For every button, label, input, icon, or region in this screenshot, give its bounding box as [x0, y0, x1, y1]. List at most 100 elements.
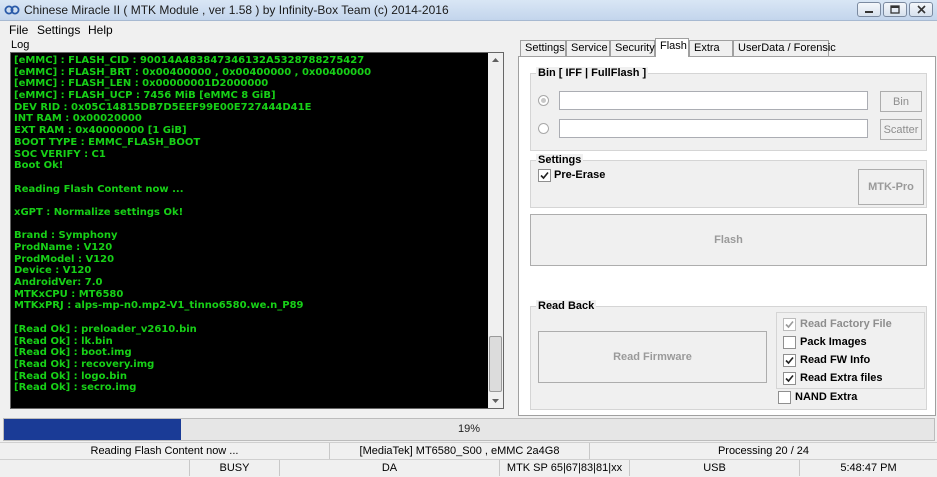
log-line: MTKxPRJ : alps-mp-n0.mp2-V1_tinno6580.we…: [14, 300, 304, 312]
progress-bar: 19%: [3, 418, 935, 441]
read-back-group-title: Read Back: [536, 300, 597, 312]
check-icon: [785, 320, 794, 329]
log-line: [eMMC] : FLASH_BRT : 0x00400000 , 0x0040…: [14, 66, 372, 78]
title-bar[interactable]: Chinese Miracle II ( MTK Module , ver 1.…: [0, 0, 937, 21]
log-line: ProdModel : V120: [14, 253, 115, 265]
status-bar-top: Reading Flash Content now ... [MediaTek]…: [0, 442, 937, 460]
scroll-down-icon[interactable]: [488, 393, 503, 408]
pack-images-label: Pack Images: [800, 336, 867, 348]
close-icon: [917, 5, 926, 14]
scatter-path-input[interactable]: [559, 119, 868, 138]
tab-service[interactable]: Service: [566, 40, 610, 56]
status-mode: DA: [280, 460, 500, 476]
read-factory-file-checkbox[interactable]: [783, 318, 796, 331]
read-firmware-button[interactable]: Read Firmware: [538, 331, 767, 383]
log-line: INT RAM : 0x00020000: [14, 113, 142, 125]
log-line: BOOT TYPE : EMMC_FLASH_BOOT: [14, 136, 201, 148]
scrollbar-thumb[interactable]: [489, 336, 502, 392]
log-line: [eMMC] : FLASH_UCP : 7456 MiB [eMMC 8 Gi…: [14, 90, 276, 102]
nand-extra-label: NAND Extra: [795, 391, 858, 403]
status-state: BUSY: [190, 460, 280, 476]
window-title: Chinese Miracle II ( MTK Module , ver 1.…: [24, 3, 449, 17]
log-line: DEV RID : 0x05C14815DB7D5EEF99E00E727444…: [14, 101, 312, 113]
tab-userdata-forensic[interactable]: UserData / Forensic: [733, 40, 836, 56]
log-line: xGPT : Normalize settings Ok!: [14, 206, 184, 218]
read-extra-files-checkbox[interactable]: [783, 372, 796, 385]
tab-flash[interactable]: Flash: [655, 38, 689, 57]
read-fw-info-checkbox[interactable]: [783, 354, 796, 367]
pre-erase-checkbox[interactable]: [538, 169, 551, 182]
log-line: Reading Flash Content now ...: [14, 183, 184, 195]
check-icon: [540, 171, 549, 180]
status-empty: [0, 460, 190, 476]
status-processing: Processing 20 / 24: [717, 445, 810, 457]
log-line: Boot Ok!: [14, 160, 64, 172]
check-icon: [785, 374, 794, 383]
log-line: [Read Ok] : secro.img: [14, 382, 137, 394]
log-line: [eMMC] : FLASH_CID : 90014A483847346132A…: [14, 55, 365, 66]
bin-group-title: Bin [ IFF | FullFlash ]: [536, 67, 649, 79]
tab-extra[interactable]: Extra: [689, 40, 733, 56]
scroll-up-icon[interactable]: [488, 53, 503, 68]
scatter-button[interactable]: Scatter: [880, 119, 922, 140]
flash-button[interactable]: Flash: [530, 214, 927, 266]
log-line: [Read Ok] : lk.bin: [14, 335, 113, 347]
tab-settings[interactable]: Settings: [520, 40, 566, 56]
app-logo-icon: [4, 5, 20, 15]
log-line: [Read Ok] : boot.img: [14, 347, 132, 359]
maximize-icon: [890, 5, 900, 14]
status-time: 5:48:47 PM: [840, 462, 897, 474]
log-line: [eMMC] : FLASH_LEN : 0x00000001D2000000: [14, 78, 269, 90]
status-sp: MTK SP 65|67|83|81|xx: [500, 460, 630, 476]
maximize-button[interactable]: [883, 2, 907, 17]
menu-file[interactable]: File: [9, 23, 28, 37]
bin-button[interactable]: Bin: [880, 91, 922, 112]
tab-security[interactable]: Security: [610, 40, 655, 56]
minimize-icon: [865, 11, 873, 13]
status-port: USB: [630, 460, 800, 476]
close-button[interactable]: [909, 2, 933, 17]
log-line: AndroidVer: 7.0: [14, 277, 103, 289]
log-line: [Read Ok] : preloader_v2610.bin: [14, 323, 197, 335]
menu-help[interactable]: Help: [88, 23, 113, 37]
read-back-group: Read Back Read Firmware Read Factory Fil…: [530, 300, 927, 410]
settings-group-title: Settings: [536, 154, 584, 166]
progress-label: 19%: [457, 423, 481, 435]
log-line: Device : V120: [14, 265, 92, 277]
menu-bar: File Settings Help: [0, 21, 937, 37]
read-factory-file-label: Read Factory File: [800, 318, 892, 330]
bin-radio[interactable]: [538, 95, 549, 106]
log-line: SOC VERIFY : C1: [14, 148, 106, 160]
log-label: Log: [11, 39, 30, 51]
nand-extra-checkbox[interactable]: [778, 391, 791, 404]
bin-path-input[interactable]: [559, 91, 868, 110]
read-options-box: Read Factory File Pack Images Read FW In…: [776, 312, 925, 389]
read-fw-info-label: Read FW Info: [800, 354, 871, 366]
log-line: Brand : Symphony: [14, 230, 118, 242]
read-extra-files-label: Read Extra files: [800, 372, 883, 384]
bin-group: Bin [ IFF | FullFlash ] Bin Scatter: [530, 67, 927, 151]
log-scrollbar[interactable]: [488, 53, 503, 408]
pre-erase-label: Pre-Erase: [554, 169, 606, 181]
log-line: MTKxCPU : MT6580: [14, 288, 124, 300]
status-message: Reading Flash Content now ...: [0, 443, 330, 459]
minimize-button[interactable]: [857, 2, 881, 17]
menu-settings[interactable]: Settings: [37, 23, 80, 37]
log-line: [Read Ok] : logo.bin: [14, 370, 127, 382]
flash-tab-panel: Bin [ IFF | FullFlash ] Bin Scatter Sett…: [518, 56, 936, 416]
pack-images-checkbox[interactable]: [783, 336, 796, 349]
status-bar-bottom: BUSY DA MTK SP 65|67|83|81|xx USB 5:48:4…: [0, 459, 937, 477]
log-line: EXT RAM : 0x40000000 [1 GiB]: [14, 125, 187, 137]
scatter-radio[interactable]: [538, 123, 549, 134]
mtk-pro-button[interactable]: MTK-Pro: [858, 169, 924, 205]
check-icon: [785, 356, 794, 365]
status-device: [MediaTek] MT6580_S00 , eMMC 2a4G8: [330, 443, 590, 459]
log-line: ProdName : V120: [14, 242, 113, 253]
log-lines: [eMMC] : FLASH_CID : 90014A483847346132A…: [14, 55, 486, 394]
log-console[interactable]: [eMMC] : FLASH_CID : 90014A483847346132A…: [10, 52, 504, 409]
settings-group: Settings Pre-Erase MTK-Pro: [530, 154, 927, 208]
